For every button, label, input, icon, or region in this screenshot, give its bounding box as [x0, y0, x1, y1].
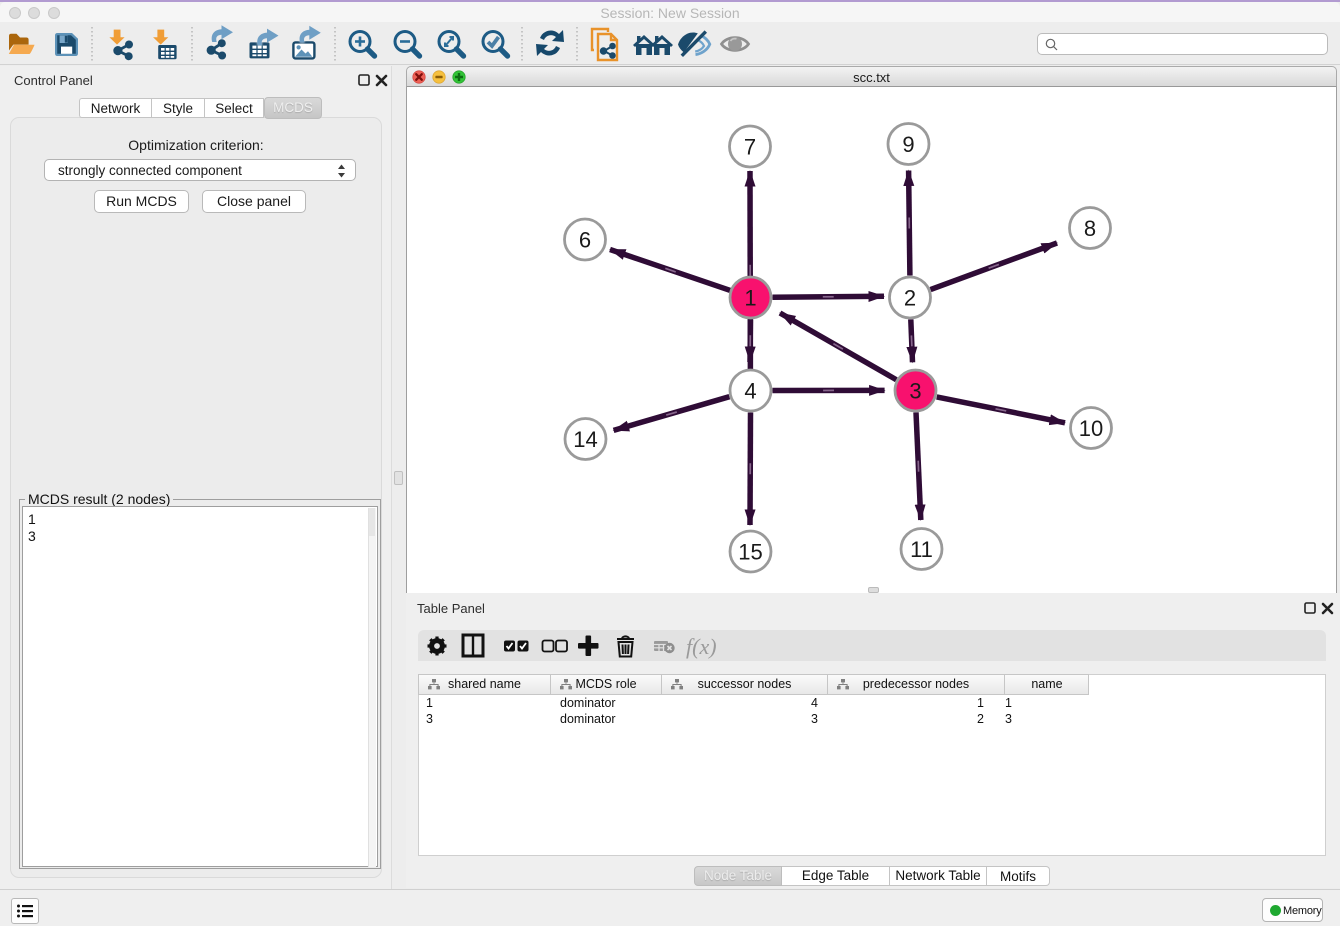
- svg-text:2: 2: [904, 286, 916, 311]
- svg-text:9: 9: [902, 132, 914, 157]
- svg-text:1: 1: [744, 286, 756, 311]
- svg-text:3: 3: [909, 379, 921, 404]
- svg-text:11: 11: [910, 537, 933, 562]
- svg-text:4: 4: [744, 379, 756, 404]
- svg-text:14: 14: [573, 427, 597, 452]
- svg-text:7: 7: [744, 135, 756, 160]
- svg-text:8: 8: [1084, 216, 1096, 241]
- svg-text:f(x): f(x): [686, 634, 717, 659]
- svg-text:10: 10: [1079, 416, 1103, 441]
- svg-text:6: 6: [579, 228, 591, 253]
- svg-text:15: 15: [738, 540, 762, 565]
